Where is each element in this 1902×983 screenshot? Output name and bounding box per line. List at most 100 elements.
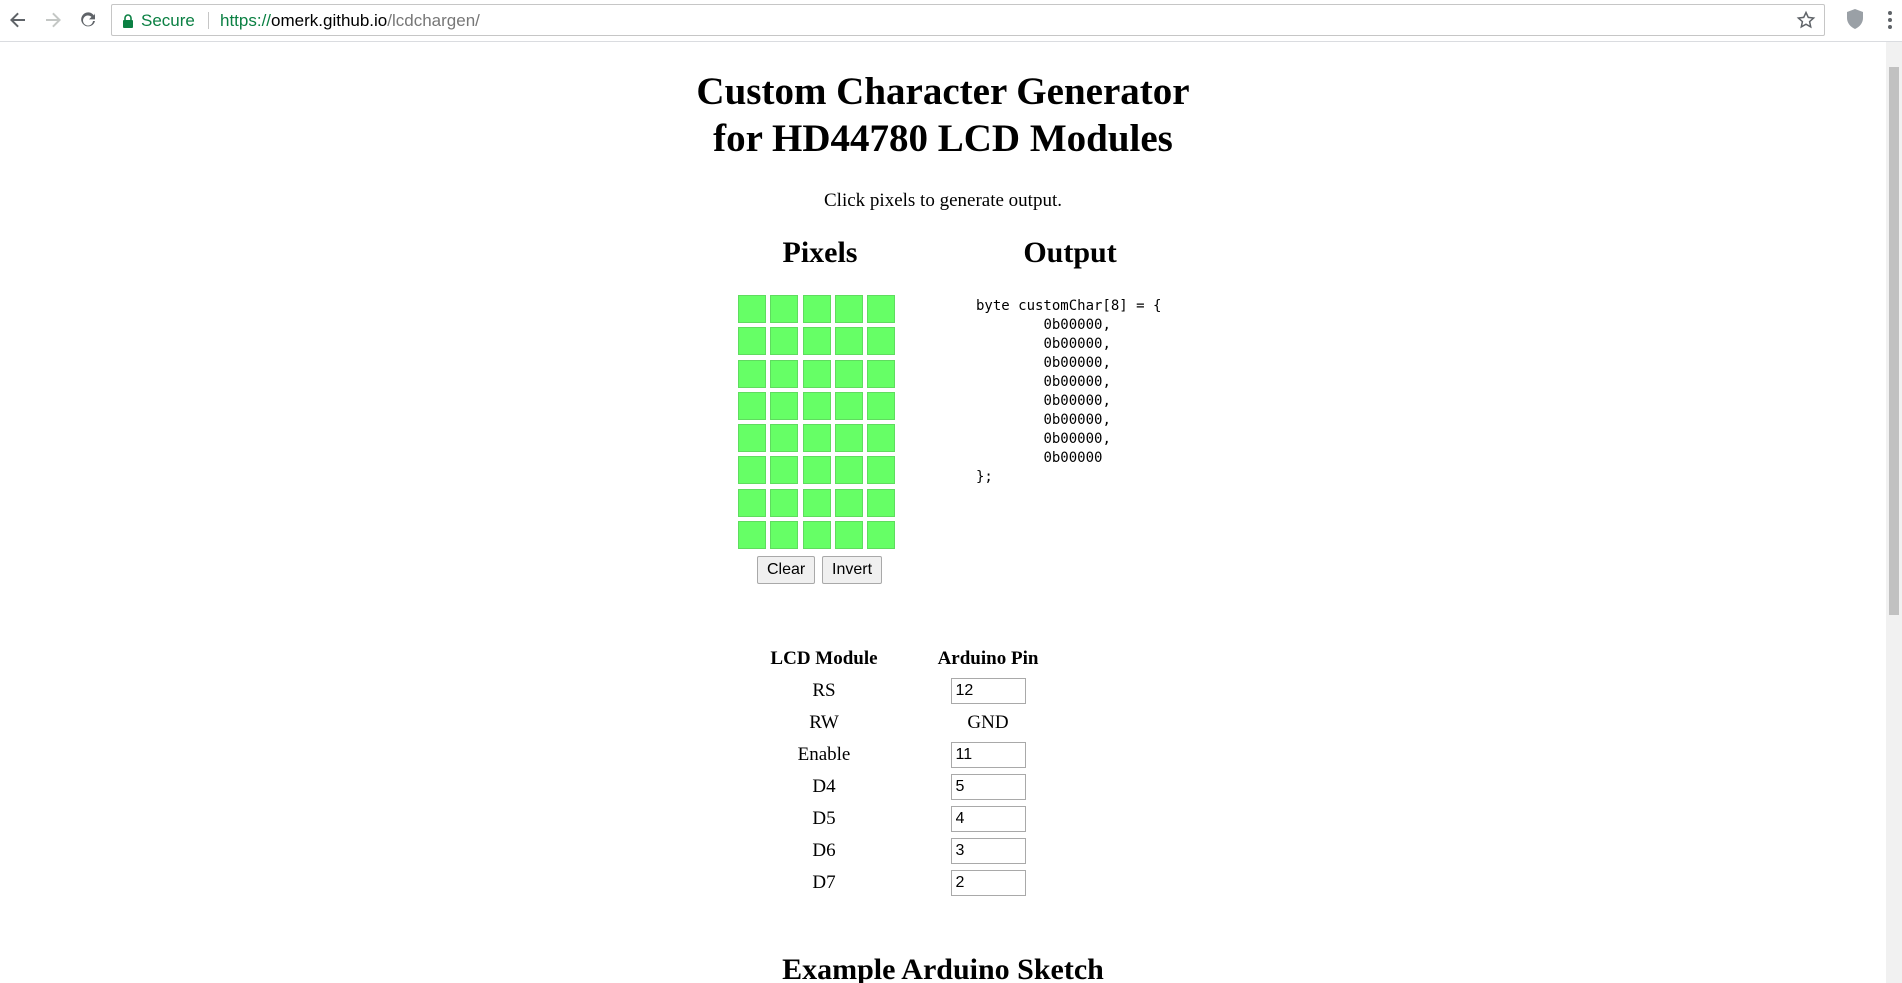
instructions-text: Click pixels to generate output.	[824, 190, 1062, 211]
pin-row: RS	[742, 675, 1070, 707]
pixel-cell[interactable]	[867, 327, 896, 356]
pin-input-d7[interactable]	[950, 870, 1026, 896]
pin-input-enable[interactable]	[950, 742, 1026, 768]
secure-label: Secure	[141, 11, 195, 30]
pin-value-cell	[906, 771, 1070, 803]
reload-icon[interactable]	[76, 8, 100, 32]
output-row: 0b00000,	[1043, 374, 1111, 390]
pixel-cell[interactable]	[738, 295, 766, 323]
pixel-cell[interactable]	[738, 327, 766, 356]
pixel-cell[interactable]	[834, 488, 863, 517]
example-sketch-heading: Example Arduino Sketch	[782, 953, 1104, 983]
pin-input-rs[interactable]	[950, 678, 1026, 704]
output-closing: };	[976, 469, 993, 485]
pixel-cell[interactable]	[834, 391, 863, 420]
pin-module-label: D6	[812, 840, 836, 861]
pin-row: RW GND	[742, 707, 1070, 739]
pin-module-label: D4	[812, 776, 836, 797]
title-line-1: Custom Character Generator	[696, 70, 1190, 113]
pixel-cell[interactable]	[834, 359, 863, 388]
address-bar[interactable]: Secure https://omerk.github.io/lcdcharge…	[111, 4, 1825, 36]
scrollbar-thumb[interactable]	[1889, 67, 1899, 615]
pixel-cell[interactable]	[867, 488, 896, 517]
output-row: 0b00000,	[1043, 393, 1111, 409]
pixel-cell[interactable]	[738, 391, 766, 420]
pixel-cell[interactable]	[802, 327, 831, 356]
invert-button[interactable]: Invert	[822, 556, 883, 584]
pixel-cell[interactable]	[770, 521, 799, 550]
pixel-cell[interactable]	[770, 488, 799, 517]
pin-module-label: Enable	[797, 744, 851, 765]
output-declaration: byte customChar[8] = {	[976, 298, 1162, 314]
pixel-cell[interactable]	[738, 424, 766, 453]
pin-value-text: GND	[967, 712, 1009, 733]
output-row: 0b00000,	[1043, 336, 1111, 352]
url-path: /lcdchargen/	[387, 11, 480, 30]
pixels-heading: Pixels	[782, 236, 858, 269]
back-arrow-icon[interactable]	[6, 8, 30, 32]
header-lcd-module: LCD Module	[770, 648, 878, 669]
pixel-cell[interactable]	[802, 391, 831, 420]
pin-value-cell	[906, 803, 1070, 835]
address-separator	[208, 12, 209, 29]
pixel-cell[interactable]	[802, 295, 831, 323]
pin-value-cell	[906, 739, 1070, 771]
page-title: Custom Character Generator for HD44780 L…	[543, 68, 1343, 162]
pixel-cell[interactable]	[802, 488, 831, 517]
pixel-cell[interactable]	[834, 327, 863, 356]
pixel-cell[interactable]	[738, 521, 766, 550]
pin-table-body: RS RW GND Enable D4 D5 D6 D7	[742, 675, 1070, 899]
pixel-cell[interactable]	[770, 391, 799, 420]
pin-row: Enable	[742, 739, 1070, 771]
output-row: 0b00000	[1043, 450, 1103, 466]
pin-input-d5[interactable]	[950, 806, 1026, 832]
pixel-cell[interactable]	[867, 391, 896, 420]
header-arduino-pin: Arduino Pin	[937, 648, 1039, 669]
pixel-cell[interactable]	[770, 456, 799, 485]
url-host: omerk.github.io	[271, 11, 388, 30]
pixel-cell[interactable]	[770, 359, 799, 388]
pin-input-d4[interactable]	[950, 774, 1026, 800]
pixel-cell[interactable]	[770, 327, 799, 356]
pixel-cell[interactable]	[834, 295, 863, 323]
pin-row: D5	[742, 803, 1070, 835]
pixel-cell[interactable]	[802, 424, 831, 453]
url-text[interactable]: https://omerk.github.io/lcdchargen/	[220, 11, 480, 31]
pixel-cell[interactable]	[834, 424, 863, 453]
pixel-grid	[738, 295, 896, 550]
pixel-cell[interactable]	[867, 295, 896, 323]
pixel-cell[interactable]	[802, 359, 831, 388]
pixel-cell[interactable]	[867, 456, 896, 485]
kebab-menu-icon[interactable]	[1884, 8, 1896, 32]
pixel-cell[interactable]	[867, 424, 896, 453]
pin-row: D6	[742, 835, 1070, 867]
pin-value-cell	[906, 675, 1070, 707]
pin-input-d6[interactable]	[950, 838, 1026, 864]
output-row: 0b00000,	[1043, 355, 1111, 371]
output-heading: Output	[1023, 236, 1117, 269]
url-scheme: https://	[220, 11, 272, 30]
pin-value-cell	[906, 867, 1070, 899]
pixel-cell[interactable]	[867, 521, 896, 550]
page-scrollbar[interactable]	[1886, 42, 1902, 983]
pixel-cell[interactable]	[834, 456, 863, 485]
pin-table: LCD Module Arduino Pin RS RW GND Enable D4 D5…	[742, 643, 1070, 899]
pixel-cell[interactable]	[802, 456, 831, 485]
pin-row: D7	[742, 867, 1070, 899]
forward-arrow-icon[interactable]	[41, 8, 65, 32]
clear-button[interactable]: Clear	[757, 556, 816, 584]
bookmark-star-icon[interactable]	[1796, 10, 1816, 35]
pixel-cell[interactable]	[738, 456, 766, 485]
pixel-cell[interactable]	[770, 424, 799, 453]
pin-module-label: RW	[809, 712, 839, 733]
pixel-cell[interactable]	[738, 488, 766, 517]
pin-value-cell	[906, 835, 1070, 867]
pixel-cell[interactable]	[834, 521, 863, 550]
shield-extension-icon[interactable]	[1845, 8, 1865, 35]
pin-module-label: D7	[812, 872, 836, 893]
pixel-cell[interactable]	[867, 359, 896, 388]
pin-row: D4	[742, 771, 1070, 803]
pixel-cell[interactable]	[770, 295, 799, 323]
pixel-cell[interactable]	[738, 359, 766, 388]
pixel-cell[interactable]	[802, 521, 831, 550]
